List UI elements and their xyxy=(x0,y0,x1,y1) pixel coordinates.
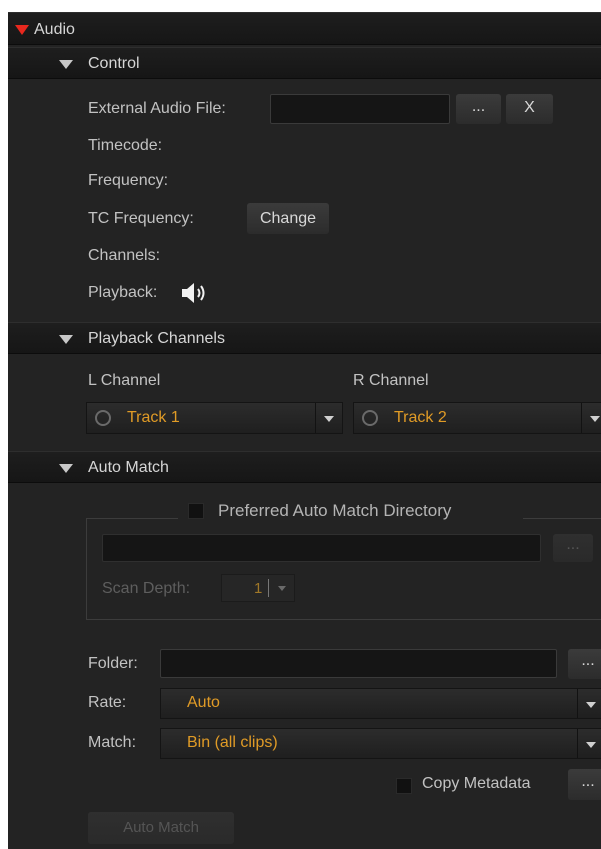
chevron-down-icon[interactable] xyxy=(278,586,286,591)
folder-label: Folder: xyxy=(88,655,138,672)
chevron-down-icon[interactable] xyxy=(577,689,601,718)
clear-button[interactable]: X xyxy=(506,94,553,124)
tc-frequency-label: TC Frequency: xyxy=(88,210,194,227)
chevron-down-icon[interactable] xyxy=(581,403,601,433)
audio-panel: Audio Control External Audio File: ... X… xyxy=(8,12,601,849)
playback-channels-section-header[interactable]: Playback Channels xyxy=(8,322,601,354)
change-button[interactable]: Change xyxy=(247,203,329,234)
preferred-directory-field[interactable] xyxy=(102,534,541,562)
rate-label: Rate: xyxy=(88,694,127,711)
l-channel-label: L Channel xyxy=(88,372,161,389)
external-audio-field[interactable] xyxy=(270,94,450,124)
folder-browse-button[interactable]: ... xyxy=(568,649,601,679)
radio-circle-icon xyxy=(362,410,378,426)
chevron-down-icon[interactable] xyxy=(315,403,342,433)
chevron-down-icon[interactable] xyxy=(577,729,601,758)
audio-section-header[interactable]: Audio xyxy=(8,12,601,45)
collapse-triangle-icon[interactable] xyxy=(59,335,73,344)
copy-metadata-more-button[interactable]: ... xyxy=(568,769,601,800)
r-channel-dropdown[interactable]: Track 2 xyxy=(353,402,601,434)
collapse-triangle-icon[interactable] xyxy=(59,464,73,473)
copy-metadata-label: Copy Metadata xyxy=(422,775,531,792)
match-dropdown[interactable]: Bin (all clips) xyxy=(160,728,601,759)
preferred-directory-browse-button[interactable]: ... xyxy=(553,534,593,562)
auto-match-title: Auto Match xyxy=(88,459,169,476)
scan-depth-value: 1 xyxy=(254,580,263,597)
timecode-label: Timecode: xyxy=(88,137,163,154)
r-channel-label: R Channel xyxy=(353,372,429,389)
match-value: Bin (all clips) xyxy=(187,734,278,751)
folder-field[interactable] xyxy=(160,649,557,678)
preferred-directory-legend[interactable]: Preferred Auto Match Directory xyxy=(178,500,523,524)
l-channel-dropdown[interactable]: Track 1 xyxy=(86,402,343,434)
rate-value: Auto xyxy=(187,694,220,711)
audio-section-title: Audio xyxy=(34,21,75,38)
copy-metadata-checkbox[interactable] xyxy=(396,778,412,794)
browse-button[interactable]: ... xyxy=(456,94,501,124)
playback-label: Playback: xyxy=(88,284,158,301)
collapse-triangle-icon[interactable] xyxy=(15,25,29,35)
auto-match-section-header[interactable]: Auto Match xyxy=(8,451,601,483)
radio-circle-icon xyxy=(95,410,111,426)
external-audio-label: External Audio File: xyxy=(88,100,226,117)
scan-depth-label: Scan Depth: xyxy=(102,580,191,597)
r-channel-value: Track 2 xyxy=(394,409,447,426)
preferred-directory-label: Preferred Auto Match Directory xyxy=(218,501,452,520)
channels-label: Channels: xyxy=(88,247,161,264)
speaker-icon[interactable] xyxy=(180,281,210,305)
collapse-triangle-icon[interactable] xyxy=(59,60,73,69)
control-section-header[interactable]: Control xyxy=(8,47,601,79)
control-section-title: Control xyxy=(88,55,140,72)
frequency-label: Frequency: xyxy=(88,172,169,189)
match-label: Match: xyxy=(88,734,137,751)
scan-depth-stepper[interactable]: 1 xyxy=(221,574,295,602)
playback-channels-title: Playback Channels xyxy=(88,330,225,347)
text-cursor xyxy=(268,579,269,597)
preferred-directory-checkbox[interactable] xyxy=(188,503,204,519)
auto-match-button[interactable]: Auto Match xyxy=(88,812,234,844)
rate-dropdown[interactable]: Auto xyxy=(160,688,601,719)
l-channel-value: Track 1 xyxy=(127,409,180,426)
